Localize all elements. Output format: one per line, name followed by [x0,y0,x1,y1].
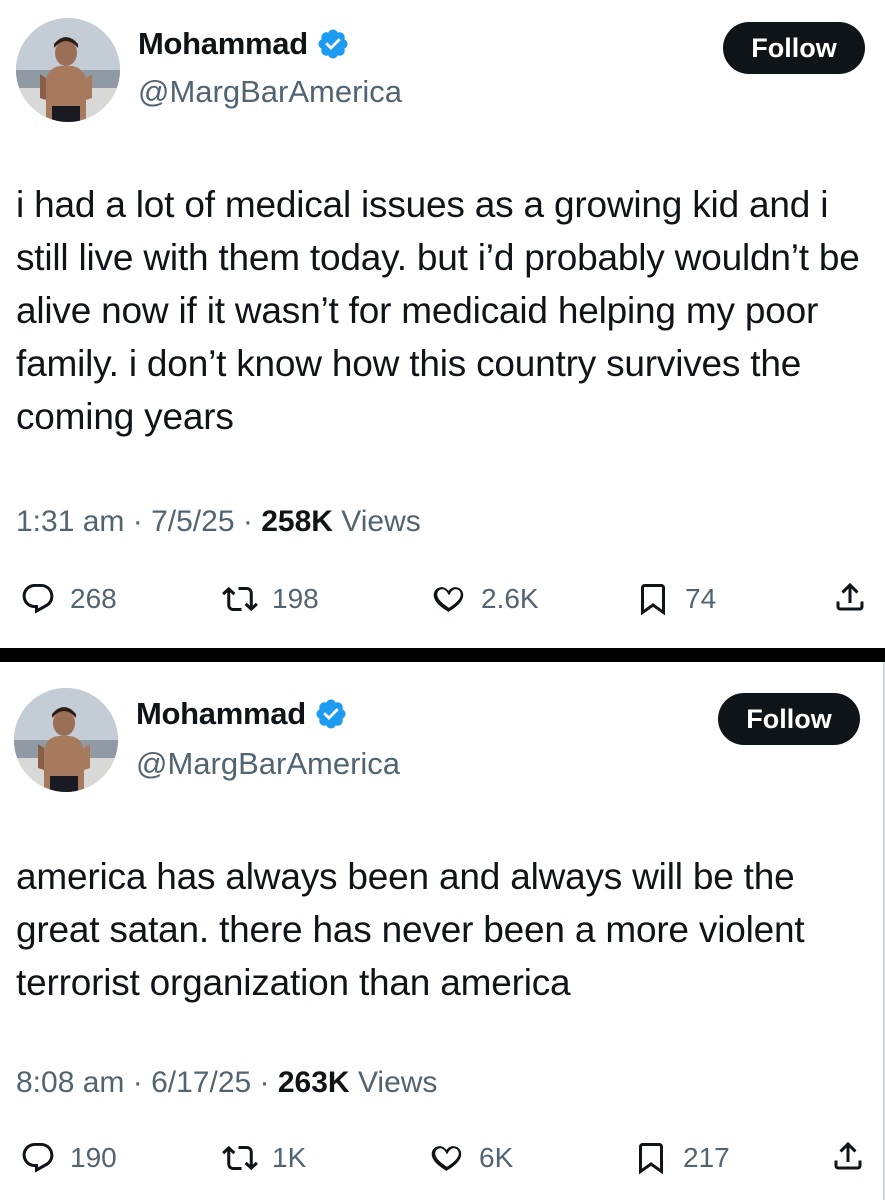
tweet-date[interactable]: 6/17/25 [151,1066,251,1099]
tweet-date[interactable]: 7/5/25 [151,505,234,538]
author-name-row: Mohammad [136,696,348,732]
repost-button[interactable]: 1K [222,1140,306,1176]
reply-button[interactable]: 268 [20,581,117,617]
like-button[interactable]: 6K [429,1140,513,1176]
repost-icon [222,586,258,612]
like-icon [433,587,464,613]
author-name[interactable]: Mohammad [136,696,306,732]
tweet-card: Mohammad @MargBarAmerica Follow america … [0,662,885,1200]
reply-button[interactable]: 190 [20,1140,117,1176]
meta-separator: · [242,505,253,538]
bookmark-count: 217 [683,1142,730,1173]
share-icon [836,582,864,611]
bookmark-icon [639,1143,663,1175]
reply-count: 190 [70,1142,117,1173]
tweet-text: america has always been and always will … [16,856,805,1003]
author-handle[interactable]: @MargBarAmerica [138,74,402,110]
repost-icon [222,1145,258,1171]
author-name[interactable]: Mohammad [138,26,308,62]
tweet-meta: 1:31 am · 7/5/25 · 258K Views [16,505,421,539]
meta-separator: · [259,1066,270,1099]
share-icon [834,1141,862,1170]
views-count: 258K [261,505,333,538]
follow-button[interactable]: Follow [718,693,860,745]
verified-badge-icon [318,29,348,59]
views-count: 263K [277,1066,350,1099]
follow-button[interactable]: Follow [723,22,865,74]
views-label: Views [357,1066,438,1099]
bookmark-icon [641,584,665,616]
views-label: Views [341,505,421,538]
tweet-time[interactable]: 1:31 am [16,505,124,538]
like-count: 2.6K [481,583,539,614]
reply-icon [22,1143,54,1173]
bookmark-button[interactable]: 217 [633,1140,730,1176]
verified-badge-icon [316,699,346,729]
like-icon [431,1146,462,1172]
bookmark-count: 74 [685,583,717,614]
like-button[interactable]: 2.6K [431,581,539,617]
like-count: 6K [479,1142,514,1173]
tweet-card: Mohammad @MargBarAmerica Follow i had a … [0,0,885,648]
reply-count: 268 [70,583,117,614]
tweet-text: i had a lot of medical issues as a growi… [16,184,860,437]
tweet-divider [0,648,885,662]
avatar[interactable] [16,18,120,122]
share-button[interactable] [832,579,868,615]
tweet-time[interactable]: 8:08 am [16,1066,124,1099]
share-button[interactable] [830,1138,866,1174]
meta-separator: · [132,1066,143,1099]
reply-icon [22,584,54,614]
repost-count: 198 [272,583,319,614]
bookmark-button[interactable]: 74 [635,581,716,617]
author-handle[interactable]: @MargBarAmerica [136,746,400,782]
repost-button[interactable]: 198 [222,581,319,617]
repost-count: 1K [272,1142,307,1173]
avatar[interactable] [14,688,118,792]
meta-separator: · [132,505,143,538]
author-name-row: Mohammad [138,26,350,62]
tweet-meta: 8:08 am · 6/17/25 · 263K Views [16,1066,437,1100]
